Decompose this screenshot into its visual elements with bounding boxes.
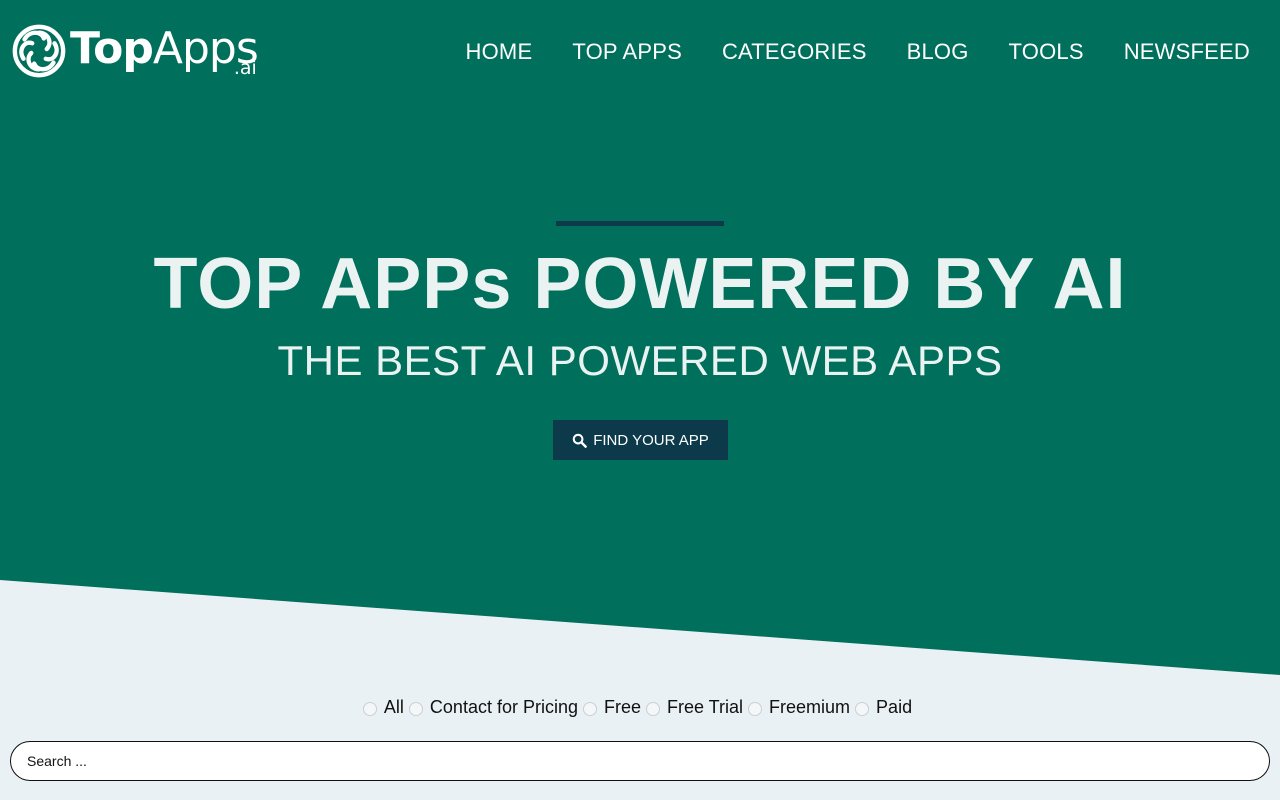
logo-wordmark: TopApps .ai xyxy=(70,22,259,82)
nav-newsfeed[interactable]: NEWSFEED xyxy=(1124,38,1250,66)
filter-free-trial-radio[interactable] xyxy=(646,701,660,716)
hero-headline: TOP APPs POWERED BY AI xyxy=(153,244,1127,324)
filter-free-trial-label: Free Trial xyxy=(667,697,744,717)
filter-free-radio[interactable] xyxy=(582,701,597,716)
filter-freemium-radio[interactable] xyxy=(748,701,763,716)
filter-paid-radio[interactable] xyxy=(855,701,870,716)
search-icon xyxy=(572,433,588,448)
filter-all[interactable]: All xyxy=(362,694,404,720)
filter-freemium[interactable]: Freemium xyxy=(748,694,850,720)
hero-subheadline: THE BEST AI POWERED WEB APPS xyxy=(277,337,1003,384)
filter-contact-for-pricing-label: Contact for Pricing xyxy=(429,697,578,717)
logo-tld: .ai xyxy=(233,57,257,79)
site-header: TopApps .ai HOME TOP APPS CATEGORIES BLO… xyxy=(0,0,1280,104)
find-your-app-button[interactable]: FIND YOUR APP xyxy=(553,420,728,460)
nav-top-apps[interactable]: TOP APPS xyxy=(572,38,682,66)
main-nav: HOME TOP APPS CATEGORIES BLOG TOOLS NEWS… xyxy=(466,38,1250,66)
filter-free-label: Free xyxy=(603,697,641,717)
pricing-filter-group: All Contact for Pricing Free Free Trial … xyxy=(0,694,1280,720)
search-input[interactable] xyxy=(10,741,1270,781)
filter-paid-label: Paid xyxy=(876,697,913,717)
filter-freemium-label: Freemium xyxy=(769,697,851,717)
filter-all-label: All xyxy=(383,697,404,717)
nav-categories[interactable]: CATEGORIES xyxy=(722,38,867,66)
hero-divider xyxy=(556,221,724,226)
openai-knot-icon xyxy=(12,24,66,78)
nav-blog[interactable]: BLOG xyxy=(907,38,969,66)
filter-contact-for-pricing-radio[interactable] xyxy=(408,701,423,716)
filter-free-trial[interactable]: Free Trial xyxy=(646,694,743,720)
filter-contact-for-pricing[interactable]: Contact for Pricing xyxy=(408,694,578,720)
filter-free[interactable]: Free xyxy=(582,694,641,720)
filter-paid[interactable]: Paid xyxy=(855,694,912,720)
filter-all-radio[interactable] xyxy=(362,701,377,716)
site-logo[interactable]: TopApps .ai xyxy=(10,22,259,82)
logo-word-top: Top xyxy=(70,23,154,74)
nav-home[interactable]: HOME xyxy=(466,38,533,66)
find-your-app-label: FIND YOUR APP xyxy=(593,431,709,449)
nav-tools[interactable]: TOOLS xyxy=(1009,38,1084,66)
